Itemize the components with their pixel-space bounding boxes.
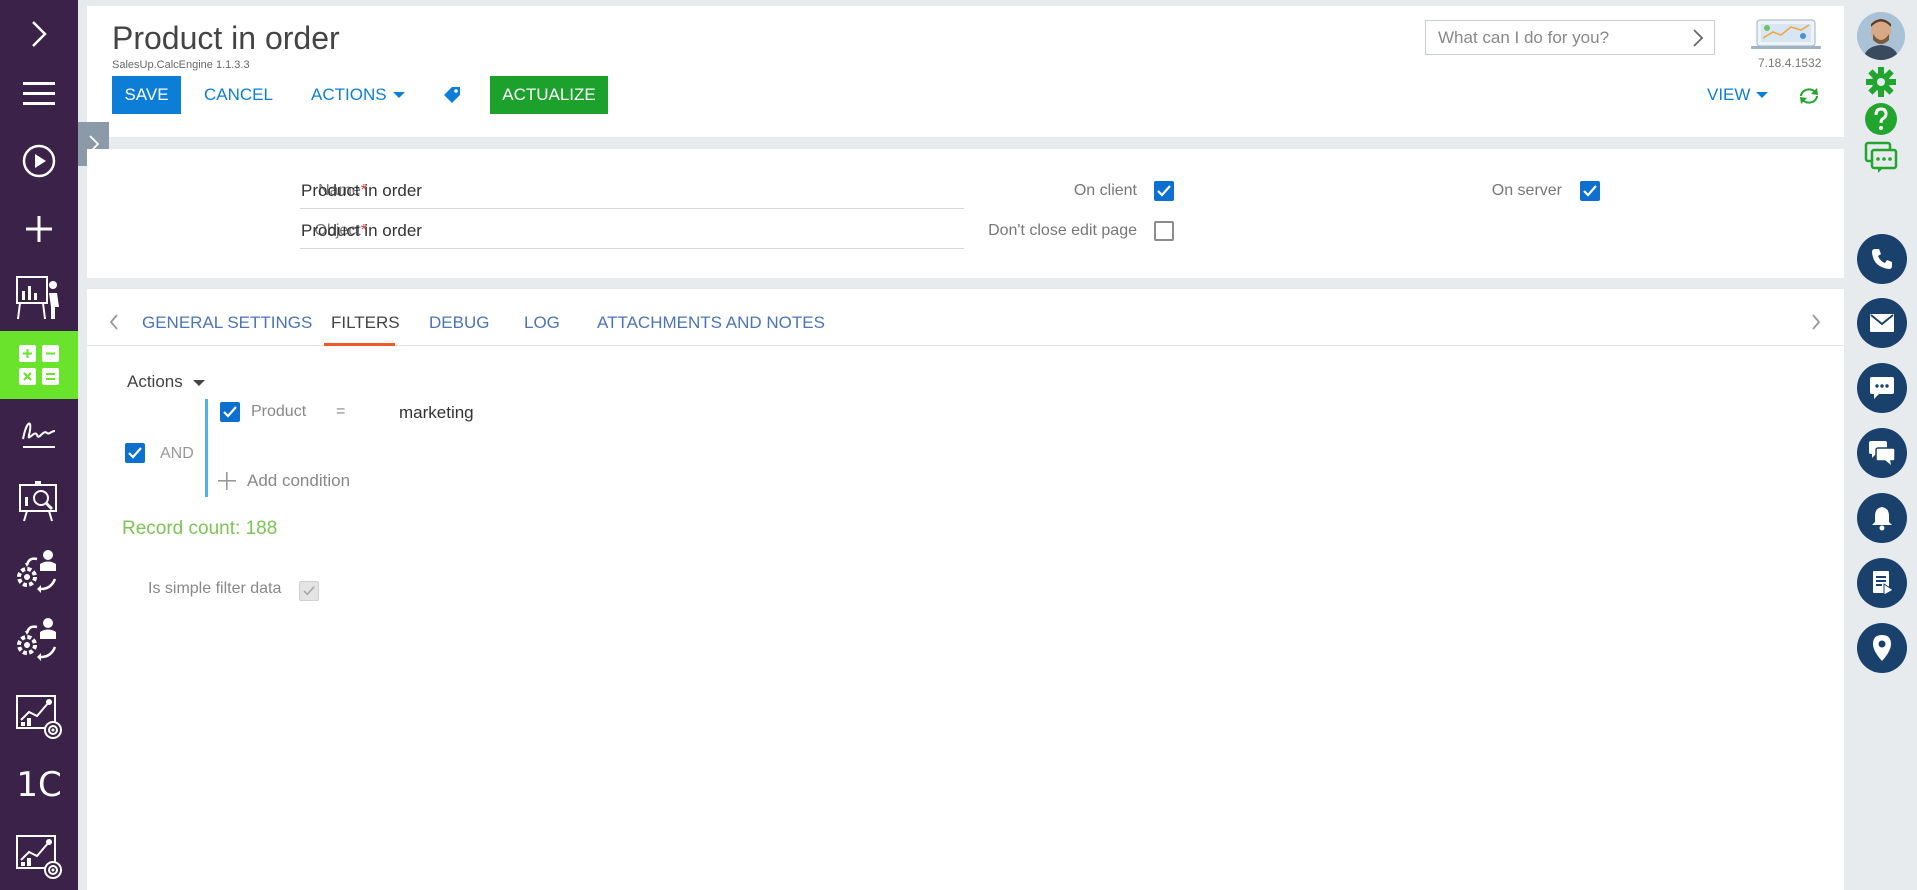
object-field-underline	[300, 248, 964, 249]
record-count: Record count: 188	[122, 518, 278, 539]
refresh-icon[interactable]	[1797, 86, 1821, 106]
add-condition-label: Add condition	[247, 471, 351, 490]
calculator-grid-icon[interactable]	[0, 331, 78, 399]
dont-close-checkbox[interactable]	[1154, 221, 1174, 241]
actions-menu-label: ACTIONS	[311, 85, 387, 104]
filter-actions-label: Actions	[127, 372, 183, 391]
simple-filter-label: Is simple filter data	[148, 580, 282, 597]
chart-target-icon-2[interactable]	[0, 822, 78, 890]
save-button[interactable]: SAVE	[112, 76, 181, 114]
active-tab-indicator	[324, 343, 395, 346]
tab-general-settings[interactable]: GENERAL SETTINGS	[142, 313, 312, 333]
package-subtitle: SalesUp.CalcEngine 1.1.3.3	[112, 59, 250, 71]
phone-icon[interactable]	[1857, 234, 1907, 284]
notifications-bell-icon[interactable]	[1857, 493, 1907, 543]
chat-feed-icon[interactable]	[1863, 139, 1899, 175]
chevron-down-icon	[193, 379, 206, 386]
tab-filters[interactable]: FILTERS	[331, 313, 400, 333]
product-logo-icon	[1751, 19, 1821, 49]
on-client-checkbox[interactable]	[1154, 181, 1174, 201]
checkmark-icon	[303, 586, 315, 596]
condition-value[interactable]: marketing	[399, 403, 474, 423]
on-client-label: On client	[1073, 182, 1137, 199]
plus-icon	[218, 472, 236, 490]
checkmark-icon	[223, 406, 237, 418]
filter-group-bracket	[205, 399, 208, 497]
process-user-icon-2[interactable]	[0, 605, 78, 673]
add-plus-icon[interactable]	[0, 195, 78, 263]
form-panel: Name* Product in order Object* Product i…	[87, 149, 1844, 278]
actualize-button[interactable]: ACTUALIZE	[490, 76, 608, 114]
location-pin-icon[interactable]	[1857, 623, 1907, 673]
chevron-right-icon[interactable]	[1692, 28, 1704, 48]
command-search-placeholder: What can I do for you?	[1438, 27, 1610, 47]
message-icon[interactable]	[1857, 363, 1907, 413]
process-user-icon[interactable]	[0, 537, 78, 605]
user-avatar[interactable]	[1857, 12, 1905, 60]
chevron-down-icon	[392, 92, 405, 98]
filter-actions-menu[interactable]: Actions	[127, 372, 206, 392]
condition-field[interactable]: Product	[251, 403, 306, 421]
page-title: Product in order	[112, 20, 340, 56]
actions-menu-button[interactable]: ACTIONS	[311, 76, 405, 114]
tab-log[interactable]: LOG	[524, 313, 560, 333]
checkmark-icon	[1157, 185, 1171, 197]
email-icon[interactable]	[1857, 298, 1907, 348]
filter-group-checkbox[interactable]	[125, 443, 145, 463]
help-icon[interactable]	[1863, 101, 1899, 137]
add-condition-button[interactable]: Add condition	[217, 471, 350, 491]
presentation-analytics-icon[interactable]	[0, 263, 78, 331]
on-server-label: On server	[1491, 182, 1562, 199]
right-communication-bar	[1847, 0, 1917, 890]
one-c-icon[interactable]: 1C	[0, 751, 78, 819]
group-operator-toggle[interactable]: AND	[160, 445, 194, 463]
header-panel: Product in order SalesUp.CalcEngine 1.1.…	[87, 6, 1844, 137]
checkmark-icon	[128, 447, 142, 459]
condition-operator[interactable]: =	[336, 403, 345, 421]
object-field[interactable]: Product in order	[301, 221, 422, 241]
play-process-icon[interactable]	[0, 127, 78, 195]
dont-close-label: Don't close edit page	[988, 222, 1137, 239]
conversations-icon[interactable]	[1857, 428, 1907, 478]
chevron-right-icon[interactable]	[1811, 313, 1821, 331]
name-field[interactable]: Product in order	[301, 181, 422, 201]
tab-debug[interactable]: DEBUG	[429, 313, 489, 333]
tag-icon	[444, 87, 460, 103]
document-icon[interactable]	[1857, 558, 1907, 608]
condition-checkbox[interactable]	[220, 402, 240, 422]
tabs-panel: GENERAL SETTINGS FILTERS DEBUG LOG ATTAC…	[87, 289, 1844, 890]
expand-menu-icon[interactable]	[0, 0, 78, 68]
signature-icon[interactable]	[0, 399, 78, 467]
tag-button[interactable]	[443, 76, 461, 114]
view-menu-label: VIEW	[1707, 85, 1751, 104]
app-version: 7.18.4.1532	[1758, 56, 1822, 70]
tab-attachments-notes[interactable]: ATTACHMENTS AND NOTES	[597, 313, 825, 333]
command-search-input[interactable]: What can I do for you?	[1425, 20, 1715, 55]
chart-target-icon[interactable]	[0, 682, 78, 750]
tab-bar: GENERAL SETTINGS FILTERS DEBUG LOG ATTAC…	[87, 289, 1844, 346]
on-server-checkbox[interactable]	[1580, 181, 1600, 201]
settings-gear-icon[interactable]	[1863, 64, 1899, 100]
checkmark-icon	[1583, 185, 1597, 197]
view-menu-button[interactable]: VIEW	[1707, 76, 1769, 114]
one-c-label: 1C	[16, 765, 62, 805]
simple-filter-checkbox	[299, 581, 319, 601]
cancel-button[interactable]: CANCEL	[204, 76, 273, 114]
chevron-left-icon[interactable]	[109, 313, 119, 331]
left-nav-bar: 1C	[0, 0, 78, 890]
chevron-down-icon	[1756, 92, 1769, 98]
board-search-icon[interactable]	[0, 467, 78, 535]
hamburger-menu-icon[interactable]	[0, 60, 78, 128]
name-field-underline	[300, 208, 964, 209]
